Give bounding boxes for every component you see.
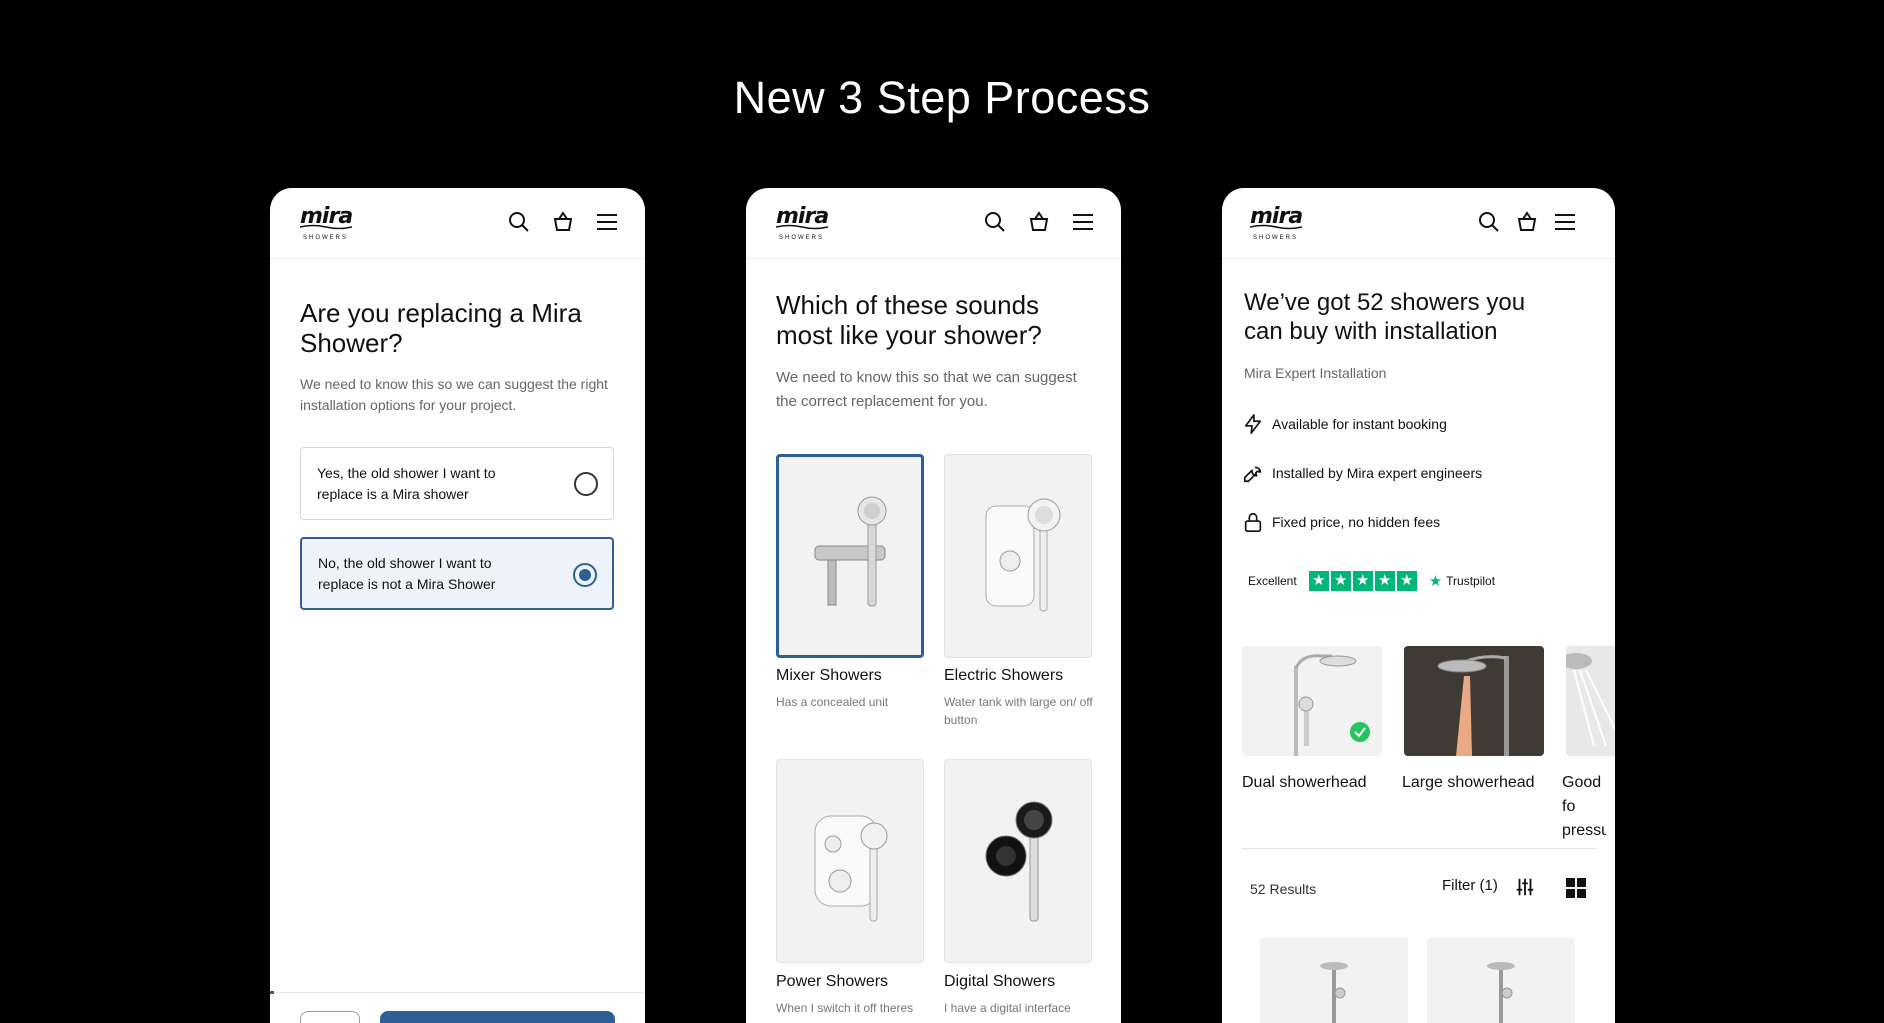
progress-indicator xyxy=(270,991,274,994)
sliders-icon[interactable] xyxy=(1514,876,1536,898)
question-title: Which of these sounds most like your sho… xyxy=(776,290,1042,350)
shower-type-name: Digital Showers xyxy=(944,973,1056,990)
option-mira-shower[interactable]: Yes, the old shower I want to replace is… xyxy=(300,447,614,520)
phone-screen-1: mira SHOWERS Are you replacing a Mira Sh… xyxy=(270,188,645,1023)
phone-screen-2: mira SHOWERS Which of these sounds most … xyxy=(746,188,1121,1023)
menu-icon[interactable] xyxy=(1553,210,1577,234)
results-title: We’ve got 52 showers you can buy with in… xyxy=(1244,289,1526,345)
water-spray-image xyxy=(1566,653,1615,747)
feature-text: Installed by Mira expert engineers xyxy=(1272,465,1483,481)
trustpilot-stars: ★ ★ ★ ★ ★ xyxy=(1308,571,1417,591)
logo-sub: SHOWERS xyxy=(303,235,349,241)
shower-type-desc: I have a digital interface xyxy=(944,1001,1071,1015)
electric-shower-image xyxy=(985,498,1061,612)
dual-showerhead-image xyxy=(1294,654,1370,756)
trustpilot-brand: ★ Trustpilot xyxy=(1429,572,1495,590)
menu-icon[interactable] xyxy=(1071,210,1095,234)
feature-fixed-price: Fixed price, no hidden fees xyxy=(1242,511,1440,533)
star-icon: ★ xyxy=(1374,571,1395,591)
shower-type-name: Power Showers xyxy=(776,973,889,990)
logo-wave-icon xyxy=(1250,224,1302,230)
feature-text: Available for instant booking xyxy=(1272,416,1447,432)
back-button[interactable] xyxy=(300,1011,360,1023)
footer-divider xyxy=(270,992,645,993)
menu-icon[interactable] xyxy=(595,210,619,234)
option-label: No, the old shower I want to replace is … xyxy=(318,554,496,592)
category-large-showerhead[interactable] xyxy=(1404,646,1544,756)
feature-instant-booking: Available for instant booking xyxy=(1242,413,1447,435)
star-icon: ★ xyxy=(1352,571,1373,591)
digital-shower-image xyxy=(985,801,1053,922)
mixer-shower-image xyxy=(814,496,887,607)
radio-button[interactable] xyxy=(574,472,598,496)
shower-type-card-digital[interactable] xyxy=(944,759,1092,963)
large-showerhead-image xyxy=(1437,655,1509,756)
lock-icon xyxy=(1244,512,1262,532)
feature-expert-engineers: Installed by Mira expert engineers xyxy=(1242,462,1482,484)
lightning-icon xyxy=(1244,414,1262,434)
wrench-icon xyxy=(1243,466,1262,483)
basket-icon[interactable] xyxy=(551,210,575,234)
logo-sub: SHOWERS xyxy=(779,235,825,241)
product-image xyxy=(1320,962,1348,1023)
power-shower-image xyxy=(814,815,888,922)
feature-text: Fixed price, no hidden fees xyxy=(1272,514,1441,530)
phone-screen-3: mira SHOWERS We’ve got 52 showers you ca… xyxy=(1222,188,1615,1023)
category-dual-showerhead[interactable] xyxy=(1242,646,1382,756)
category-name: Good fo pressur xyxy=(1562,774,1606,839)
trustpilot-name: Trustpilot xyxy=(1446,574,1496,588)
site-header: mira SHOWERS xyxy=(1222,188,1615,259)
shower-type-card-power[interactable] xyxy=(776,759,924,963)
divider xyxy=(1242,848,1597,849)
continue-button[interactable] xyxy=(380,1011,615,1023)
shower-type-desc: Has a concealed unit xyxy=(776,695,889,709)
header-icons xyxy=(983,210,1095,234)
shower-type-desc: When I switch it off theres xyxy=(776,1001,914,1015)
mira-logo[interactable]: mira SHOWERS xyxy=(300,206,356,242)
star-icon: ★ xyxy=(1330,571,1351,591)
question-subtitle: We need to know this so that we can sugg… xyxy=(776,369,1077,410)
category-good-pressure[interactable] xyxy=(1566,646,1615,756)
product-image xyxy=(1487,962,1515,1023)
star-icon: ★ xyxy=(1396,571,1417,591)
shower-type-card-mixer[interactable] xyxy=(776,454,924,658)
basket-icon[interactable] xyxy=(1515,210,1539,234)
search-icon[interactable] xyxy=(1477,210,1501,234)
star-icon: ★ xyxy=(1308,571,1329,591)
product-card[interactable] xyxy=(1260,938,1408,1023)
section-label: Mira Expert Installation xyxy=(1244,365,1387,381)
basket-icon[interactable] xyxy=(1027,210,1051,234)
radio-button-selected[interactable] xyxy=(573,563,597,587)
logo-wave-icon xyxy=(776,224,828,230)
shower-type-card-electric[interactable] xyxy=(944,454,1092,658)
search-icon[interactable] xyxy=(507,210,531,234)
shower-type-desc: Water tank with large on/ off button xyxy=(944,695,1093,727)
option-not-mira-shower[interactable]: No, the old shower I want to replace is … xyxy=(300,537,614,610)
header-icons xyxy=(1477,210,1577,234)
trustpilot-rating: Excellent ★ ★ ★ ★ ★ ★ Trustpilot xyxy=(1248,571,1495,591)
filter-button[interactable]: Filter (1) xyxy=(1442,877,1498,894)
stage: New 3 Step Process mira SHOWERS Are you … xyxy=(0,0,1884,1023)
logo-wave-icon xyxy=(300,224,352,230)
header-icons xyxy=(507,210,619,234)
site-header: mira SHOWERS xyxy=(270,188,645,259)
category-name: Dual showerhead xyxy=(1242,774,1367,791)
grid-view-icon[interactable] xyxy=(1566,878,1586,898)
mira-logo[interactable]: mira SHOWERS xyxy=(1250,206,1306,242)
page-heading: New 3 Step Process xyxy=(733,72,1151,123)
trustpilot-star-icon: ★ xyxy=(1428,573,1443,590)
logo-sub: SHOWERS xyxy=(1253,235,1299,241)
option-label: Yes, the old shower I want to replace is… xyxy=(317,464,496,502)
question-title: Are you replacing a Mira Shower? xyxy=(300,298,582,358)
mira-logo[interactable]: mira SHOWERS xyxy=(776,206,832,242)
shower-type-name: Electric Showers xyxy=(944,667,1064,684)
product-card[interactable] xyxy=(1427,938,1575,1023)
category-name: Large showerhead xyxy=(1402,774,1535,791)
search-icon[interactable] xyxy=(983,210,1007,234)
trustpilot-label: Excellent xyxy=(1248,574,1297,588)
question-subtitle: We need to know this so we can suggest t… xyxy=(300,376,608,413)
shower-type-name: Mixer Showers xyxy=(776,667,882,684)
site-header: mira SHOWERS xyxy=(746,188,1121,259)
results-count: 52 Results xyxy=(1250,881,1317,897)
